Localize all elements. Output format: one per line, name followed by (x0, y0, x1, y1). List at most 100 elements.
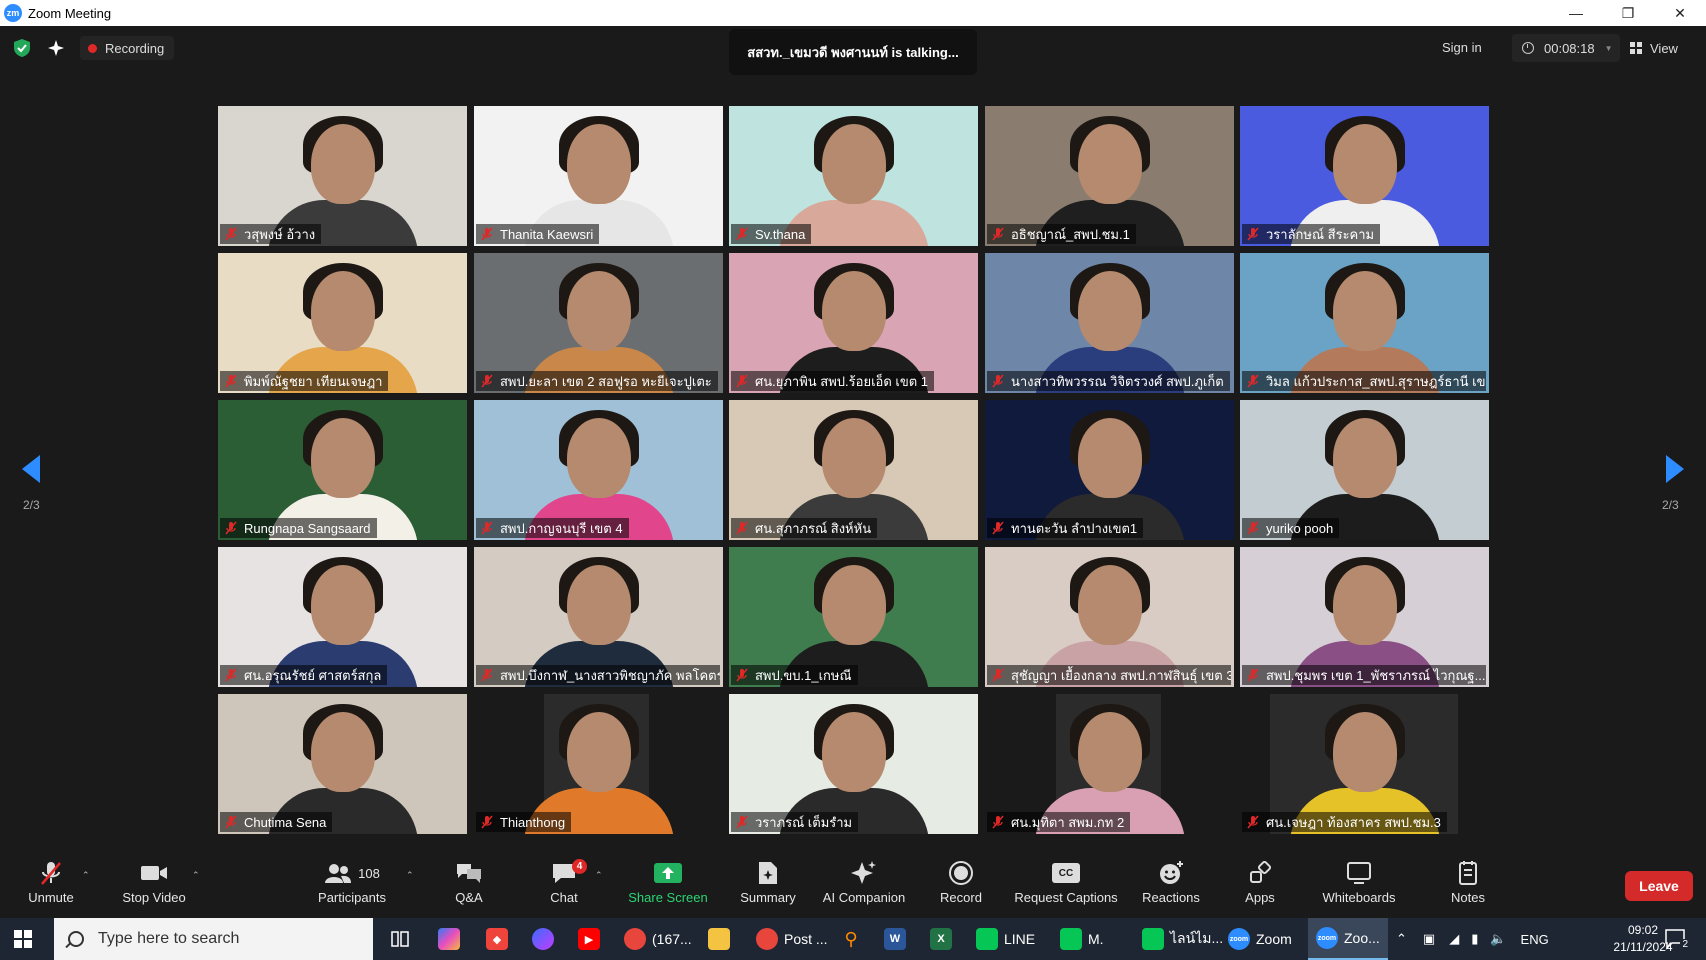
taskbar-app-line-1[interactable]: LINE (972, 918, 1039, 960)
audio-options-chevron-icon[interactable]: ⌃ (82, 870, 90, 881)
battery-icon[interactable]: ▮ (1471, 931, 1478, 947)
ai-sparkle-icon[interactable] (46, 38, 66, 58)
taskbar-search-box[interactable]: Type here to search (54, 918, 373, 960)
task-view-icon[interactable] (390, 918, 410, 960)
video-tile[interactable]: ศน.มุทิตา สพม.กท 2 (985, 694, 1234, 834)
meet-now-icon[interactable]: ▣ (1423, 931, 1435, 947)
video-tile[interactable]: ศน.เจษฎา ท้องสาคร สพป.ชม.3 (1240, 694, 1489, 834)
microphone-muted-icon (41, 862, 61, 885)
video-tile[interactable]: ศน.ยุภาพิน สพป.ร้อยเอ็ด เขต 1 (729, 253, 978, 393)
word-icon[interactable]: W (884, 918, 912, 960)
sign-in-link[interactable]: Sign in (1442, 40, 1482, 55)
meeting-timer[interactable]: 00:08:18 ▼ (1512, 34, 1620, 62)
taskbar-app-chrome-1[interactable]: (167... (620, 918, 696, 960)
anydesk-icon[interactable]: ◆ (486, 918, 514, 960)
video-tile[interactable]: สพป.ชุมพร เขต 1_พัชราภรณ์ ไวกุณฐ... (1240, 547, 1489, 687)
video-tile[interactable]: วราภรณ์ เต็มรำม (729, 694, 978, 834)
participant-name: วราภรณ์ เต็มรำม (755, 814, 853, 830)
stop-video-button[interactable]: Stop Video (118, 856, 190, 918)
taskbar-app-line-3[interactable]: ไลน์ไม... (1138, 918, 1227, 960)
notes-button[interactable]: Notes (1448, 856, 1488, 918)
video-tile[interactable]: วสุพงษ์ อ้วาง (218, 106, 467, 246)
video-tile[interactable]: สพป.ยะลา เขต 2 สอฟูรอ หะยีเจะปูเตะ (474, 253, 723, 393)
volume-icon[interactable]: 🔈 (1490, 931, 1506, 947)
video-tile[interactable]: ทานตะวัน ลำปางเขต1 (985, 400, 1234, 540)
minimize-button[interactable]: — (1550, 0, 1602, 26)
chat-button[interactable]: 4 Chat (548, 856, 587, 918)
record-button[interactable]: Record (938, 856, 984, 918)
apps-label: Apps (1245, 890, 1275, 905)
video-tile[interactable]: อธิชญาณ์_สพป.ชม.1 (985, 106, 1234, 246)
summary-button[interactable]: Summary (736, 856, 800, 918)
grid-view-icon (1630, 42, 1642, 54)
video-tile[interactable]: พิมพ์ณัฐชยา เทียนเจษฎา (218, 253, 467, 393)
language-indicator[interactable]: ENG (1521, 932, 1549, 947)
mic-muted-icon (1247, 374, 1259, 388)
video-tile[interactable]: Thianthong (474, 694, 723, 834)
participant-nameplate: วสุพงษ์ อ้วาง (220, 224, 322, 244)
notification-center-icon[interactable]: 2 (1664, 928, 1690, 950)
summary-document-icon (759, 862, 777, 884)
line-icon (976, 928, 998, 950)
participant-nameplate: ศน.มุทิตา สพม.กท 2 (987, 812, 1131, 832)
video-tile[interactable]: ศน.อรุณรัชย์ ศาสตร์สกุล (218, 547, 467, 687)
participant-face (566, 418, 631, 498)
messenger-icon[interactable] (532, 918, 560, 960)
qa-button[interactable]: Q&A (448, 856, 490, 918)
participant-face (310, 418, 375, 498)
taskbar-app-zoom-2[interactable]: zoom Zoo... (1308, 918, 1388, 960)
mic-muted-icon (225, 374, 237, 388)
close-window-button[interactable]: ✕ (1654, 0, 1706, 26)
video-tile[interactable]: วิมล แก้วประกาส_สพป.สุราษฎร์ธานี เข... (1240, 253, 1489, 393)
chat-options-chevron-icon[interactable]: ⌃ (595, 870, 603, 881)
video-tile[interactable]: Sv.thana (729, 106, 978, 246)
participant-face (1332, 271, 1397, 351)
reactions-button[interactable]: Reactions (1140, 856, 1202, 918)
chevron-up-icon[interactable]: ⌃ (1396, 931, 1407, 947)
video-tile[interactable]: นางสาวทิพวรรณ วิจิตรวงศ์ สพป.ภูเก็ต (985, 253, 1234, 393)
video-tile[interactable]: สพป.ขบ.1_เกษณี (729, 547, 978, 687)
timer-value: 00:08:18 (1544, 40, 1595, 56)
video-tile[interactable]: สพป.บึงกาฬ_นางสาวพิชญาภัค พลโคตร (474, 547, 723, 687)
participants-label: Participants (318, 890, 386, 905)
video-tile[interactable]: สุชัญญา เยื้องกลาง สพป.กาฬสินธุ์ เขต 3 (985, 547, 1234, 687)
excel-icon[interactable]: X (930, 918, 958, 960)
video-options-chevron-icon[interactable]: ⌃ (192, 870, 200, 881)
participant-name: วิมล แก้วประกาส_สพป.สุราษฎร์ธานี เข... (1266, 373, 1486, 389)
taskbar-app-line-2[interactable]: M. (1056, 918, 1108, 960)
view-button[interactable]: View (1630, 34, 1694, 62)
apps-button[interactable]: Apps (1242, 856, 1278, 918)
whiteboards-button[interactable]: Whiteboards (1316, 856, 1402, 918)
participants-options-chevron-icon[interactable]: ⌃ (406, 870, 414, 881)
participants-button[interactable]: 108 Participants (312, 856, 392, 918)
video-tile[interactable]: yuriko pooh (1240, 400, 1489, 540)
youtube-icon[interactable]: ▶ (578, 918, 606, 960)
file-explorer-icon[interactable] (708, 918, 736, 960)
video-tile[interactable]: Rungnapa Sangsaard (218, 400, 467, 540)
video-tile[interactable]: ศน.สุภาภรณ์ สิงห์หัน (729, 400, 978, 540)
video-tile[interactable]: Chutima Sena (218, 694, 467, 834)
recording-indicator[interactable]: Recording (80, 36, 175, 60)
taskbar-app-label: Post ... (784, 931, 828, 947)
share-screen-button[interactable]: Share Screen (626, 856, 710, 918)
wifi-icon[interactable]: ◢ (1449, 931, 1459, 947)
ai-companion-button[interactable]: AI Companion (820, 856, 908, 918)
video-tile[interactable]: วราลักษณ์ สีระคาม (1240, 106, 1489, 246)
taskbar-app-chrome-2[interactable]: Post ... (752, 918, 832, 960)
windows-start-icon[interactable] (14, 930, 32, 948)
request-captions-button[interactable]: CC Request Captions (1012, 856, 1120, 918)
participant-face (821, 565, 886, 645)
participant-nameplate: Rungnapa Sangsaard (220, 518, 377, 538)
participant-nameplate: สพป.ยะลา เขต 2 สอฟูรอ หะยีเจะปูเตะ (476, 371, 718, 391)
encryption-shield-icon[interactable] (12, 38, 32, 58)
next-page-arrow-icon[interactable] (1664, 453, 1686, 485)
copilot-icon[interactable] (438, 918, 466, 960)
leave-button[interactable]: Leave (1625, 871, 1693, 901)
restore-button[interactable]: ❐ (1602, 0, 1654, 26)
taskbar-app-zoom-1[interactable]: zoom Zoom (1224, 918, 1296, 960)
video-tile[interactable]: สพป.กาญจนบุรี เขต 4 (474, 400, 723, 540)
previous-page-arrow-icon[interactable] (20, 453, 42, 485)
search-app-icon[interactable]: ⚲ (840, 918, 868, 960)
video-tile[interactable]: Thanita Kaewsri (474, 106, 723, 246)
unmute-button[interactable]: Unmute (22, 856, 80, 918)
